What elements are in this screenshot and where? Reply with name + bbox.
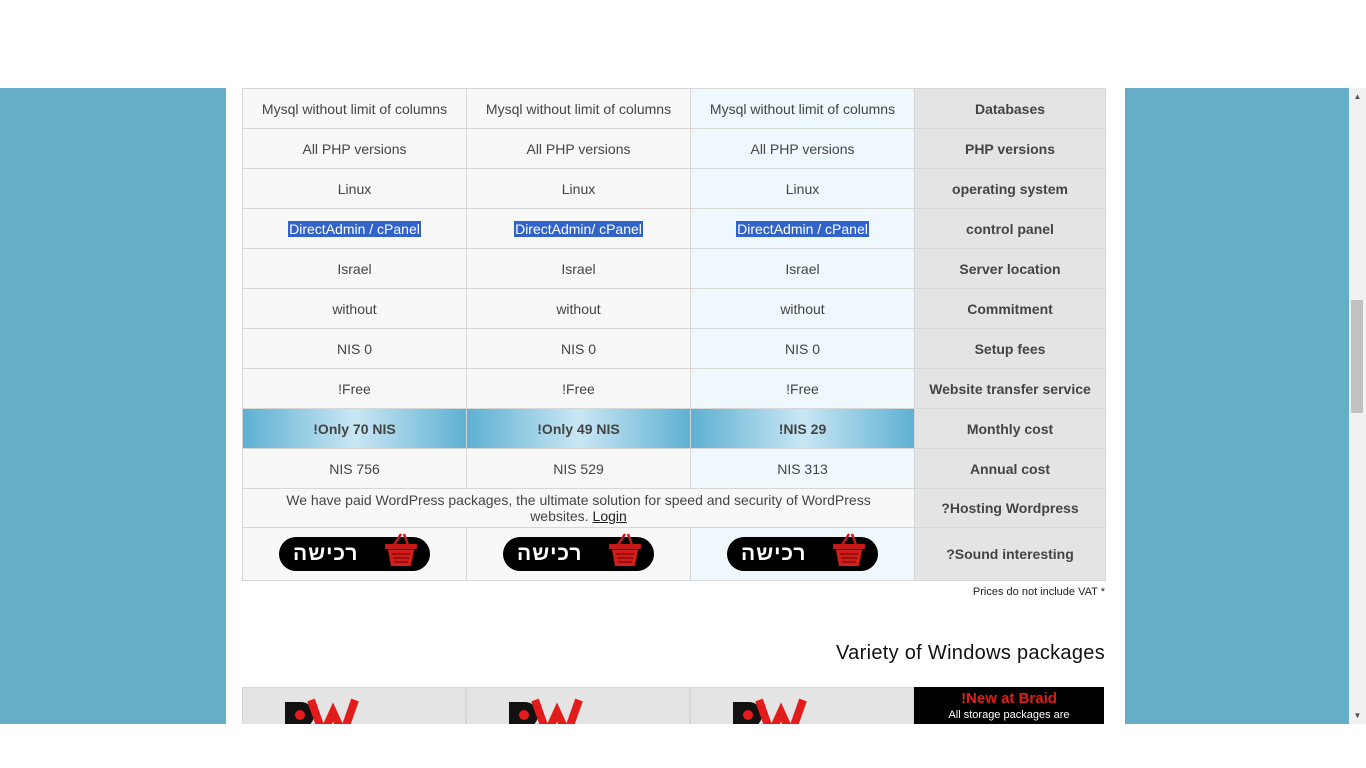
table-row: NIS 756 NIS 529 NIS 313 Annual cost xyxy=(242,448,1106,489)
basket-icon xyxy=(609,533,641,566)
row-header: ?Sound interesting xyxy=(914,527,1106,581)
cell-value: Linux xyxy=(785,180,820,197)
braid-w-logo xyxy=(509,698,583,724)
cell-value: All PHP versions xyxy=(302,140,407,157)
cell-value: DirectAdmin / cPanel xyxy=(288,220,421,237)
cell-value: NIS 0 xyxy=(784,340,820,357)
cell-value: without xyxy=(556,300,601,317)
table-row: Israel Israel Israel Server location xyxy=(242,248,1106,289)
table-row: DirectAdmin / cPanel DirectAdmin/ cPanel D… xyxy=(242,208,1106,249)
purchase-button[interactable]: רכישה xyxy=(503,533,654,571)
table-row-purchase: רכישה רכישה רכישה ?Sound interesting xyxy=(242,527,1106,581)
cell-value: !Free xyxy=(562,380,595,397)
scrollbar-thumb[interactable] xyxy=(1351,300,1363,413)
windows-package-cell xyxy=(466,687,690,724)
cell-value: without xyxy=(780,300,825,317)
table-row: without without without Commitment xyxy=(242,288,1106,329)
wordpress-text: We have paid WordPress packages, the ult… xyxy=(286,492,871,524)
cell-value: NIS 756 xyxy=(329,460,380,477)
monthly-price: !NIS 29 xyxy=(778,420,827,437)
cell-value: !Free xyxy=(786,380,819,397)
new-at-braid-text: All storage packages are xyxy=(948,709,1070,721)
cell-value: All PHP versions xyxy=(750,140,855,157)
table-row-wordpress: We have paid WordPress packages, the ult… xyxy=(242,488,1106,528)
new-at-braid-banner[interactable]: !New at Braid All storage packages are xyxy=(914,687,1104,724)
cell-value: All PHP versions xyxy=(526,140,631,157)
table-row: !Only 70 NIS !Only 49 NIS !NIS 29 Monthly c… xyxy=(242,408,1106,449)
purchase-button-label: רכישה xyxy=(293,542,359,565)
basket-icon xyxy=(833,533,865,566)
row-header: PHP versions xyxy=(914,128,1106,169)
cell-value: !Free xyxy=(338,380,371,397)
table-row: !Free !Free !Free Website transfer service xyxy=(242,368,1106,409)
cell-value: without xyxy=(332,300,377,317)
cell-value: NIS 313 xyxy=(777,460,828,477)
vat-note: Prices do not include VAT * xyxy=(972,586,1105,598)
cell-value: NIS 0 xyxy=(336,340,372,357)
purchase-button-label: רכישה xyxy=(517,542,583,565)
cell-value: NIS 529 xyxy=(553,460,604,477)
monthly-price: !Only 49 NIS xyxy=(537,420,620,437)
wordpress-info-cell: We have paid WordPress packages, the ult… xyxy=(242,488,915,528)
table-row: NIS 0 NIS 0 NIS 0 Setup fees xyxy=(242,328,1106,369)
windows-section-title: Variety of Windows packages xyxy=(836,642,1105,664)
cell-value: Israel xyxy=(785,260,820,277)
main-content: Mysql without limit of columns Mysql with… xyxy=(226,88,1125,724)
vertical-scrollbar[interactable]: ▲ ▼ xyxy=(1349,88,1366,724)
purchase-button[interactable]: רכישה xyxy=(279,533,430,571)
cell-value: Linux xyxy=(337,180,372,197)
cell-value: DirectAdmin/ cPanel xyxy=(514,220,643,237)
row-header: Server location xyxy=(914,248,1106,289)
row-header: Website transfer service xyxy=(914,368,1106,409)
cell-value: Linux xyxy=(561,180,596,197)
table-row: All PHP versions All PHP versions All PHP … xyxy=(242,128,1106,169)
table-row: Linux Linux Linux operating system xyxy=(242,168,1106,209)
row-header: control panel xyxy=(914,208,1106,249)
cell-value: DirectAdmin / cPanel xyxy=(736,220,869,237)
table-row: Mysql without limit of columns Mysql with… xyxy=(242,88,1106,129)
page-viewport: Mysql without limit of columns Mysql with… xyxy=(0,88,1349,724)
windows-packages-row: !New at Braid All storage packages are xyxy=(242,687,1105,724)
new-at-braid-title: !New at Braid xyxy=(961,690,1057,707)
windows-package-cell xyxy=(690,687,914,724)
row-header: Annual cost xyxy=(914,448,1106,489)
row-header: Setup fees xyxy=(914,328,1106,369)
purchase-button-label: רכישה xyxy=(741,542,807,565)
row-header: Monthly cost xyxy=(914,408,1106,449)
row-header: ?Hosting Wordpress xyxy=(914,488,1106,528)
cell-value: NIS 0 xyxy=(560,340,596,357)
braid-w-logo xyxy=(733,698,807,724)
cell-value: Mysql without limit of columns xyxy=(709,100,896,117)
windows-package-cell xyxy=(242,687,466,724)
basket-icon xyxy=(385,533,417,566)
braid-w-logo xyxy=(285,698,359,724)
cell-value: Mysql without limit of columns xyxy=(261,100,448,117)
linux-pricing-table: Mysql without limit of columns Mysql with… xyxy=(242,88,1106,581)
scroll-down-arrow-icon[interactable]: ▼ xyxy=(1349,707,1366,724)
cell-value: Israel xyxy=(337,260,372,277)
purchase-button[interactable]: רכישה xyxy=(727,533,878,571)
row-header: Commitment xyxy=(914,288,1106,329)
wordpress-login-link[interactable]: Login xyxy=(593,508,627,524)
cell-value: Mysql without limit of columns xyxy=(485,100,672,117)
row-header: operating system xyxy=(914,168,1106,209)
scroll-up-arrow-icon[interactable]: ▲ xyxy=(1349,88,1366,105)
monthly-price: !Only 70 NIS xyxy=(313,420,396,437)
cell-value: Israel xyxy=(561,260,596,277)
row-header: Databases xyxy=(914,88,1106,129)
